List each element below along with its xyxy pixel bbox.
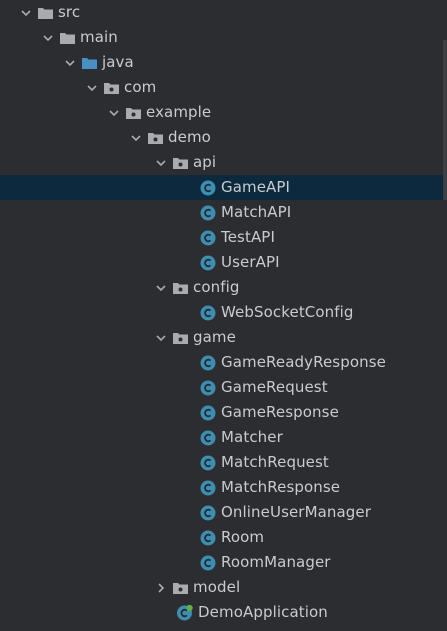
tree-node-matcher[interactable]: Matcher (0, 425, 447, 450)
tree-node-matchapi[interactable]: MatchAPI (0, 200, 447, 225)
class-icon (199, 550, 217, 575)
package-icon (171, 275, 189, 300)
chevron-down-icon[interactable] (38, 25, 58, 50)
class-icon (199, 200, 217, 225)
tree-node-roommanager[interactable]: RoomManager (0, 550, 447, 575)
tree-node-main[interactable]: main (0, 25, 447, 50)
tree-node-label: game (193, 328, 236, 346)
tree-node-label: model (193, 578, 241, 596)
project-tree: src main java com example demo api GameA… (0, 0, 447, 631)
tree-node-gamereadyresponse[interactable]: GameReadyResponse (0, 350, 447, 375)
chevron-down-icon[interactable] (60, 50, 80, 75)
tree-node-label: src (58, 3, 81, 21)
tree-node-label: java (102, 53, 134, 71)
class-icon (199, 375, 217, 400)
tree-node-label: OnlineUserManager (221, 503, 372, 521)
chevron-down-icon[interactable] (16, 0, 36, 25)
class-icon (199, 250, 217, 275)
tree-node-label: config (193, 278, 240, 296)
tree-node-room[interactable]: Room (0, 525, 447, 550)
tree-node-label: Matcher (221, 428, 283, 446)
source-folder-icon (80, 50, 98, 75)
chevron-down-icon[interactable] (151, 150, 171, 175)
chevron-down-icon[interactable] (151, 275, 171, 300)
tree-node-label: example (146, 103, 212, 121)
chevron-down-icon[interactable] (82, 75, 102, 100)
tree-node-testapi[interactable]: TestAPI (0, 225, 447, 250)
package-icon (171, 575, 189, 600)
tree-node-game[interactable]: game (0, 325, 447, 350)
class-icon (199, 400, 217, 425)
chevron-down-icon[interactable] (151, 325, 171, 350)
class-icon (199, 475, 217, 500)
class-icon (199, 350, 217, 375)
tree-node-src[interactable]: src (0, 0, 447, 25)
tree-node-label: main (80, 28, 118, 46)
folder-icon (36, 0, 54, 25)
tree-node-example[interactable]: example (0, 100, 447, 125)
tree-node-label: UserAPI (221, 253, 280, 271)
class-icon (199, 300, 217, 325)
package-icon (146, 125, 164, 150)
folder-icon (58, 25, 76, 50)
tree-node-matchrequest[interactable]: MatchRequest (0, 450, 447, 475)
tree-node-onlineusermanager[interactable]: OnlineUserManager (0, 500, 447, 525)
tree-node-label: Room (221, 528, 265, 546)
class-icon (199, 225, 217, 250)
tree-node-demoapplication[interactable]: DemoApplication (0, 600, 447, 625)
tree-node-label: MatchResponse (221, 478, 341, 496)
tree-node-label: GameResponse (221, 403, 339, 421)
tree-node-config[interactable]: config (0, 275, 447, 300)
class-icon (199, 175, 217, 200)
tree-node-java[interactable]: java (0, 50, 447, 75)
tree-node-label: DemoApplication (198, 603, 328, 621)
tree-node-label: com (124, 78, 157, 96)
tree-node-gameresponse[interactable]: GameResponse (0, 400, 447, 425)
tree-node-demo[interactable]: demo (0, 125, 447, 150)
class-icon (199, 525, 217, 550)
tree-node-label: MatchRequest (221, 453, 329, 471)
tree-node-label: MatchAPI (221, 203, 292, 221)
tree-node-label: GameAPI (221, 178, 291, 196)
chevron-down-icon[interactable] (126, 125, 146, 150)
chevron-right-icon[interactable] (151, 575, 171, 600)
chevron-down-icon[interactable] (104, 100, 124, 125)
package-icon (171, 325, 189, 350)
tree-node-com[interactable]: com (0, 75, 447, 100)
scrollbar[interactable] (443, 40, 447, 200)
spring-boot-class-icon (176, 600, 194, 625)
tree-node-label: GameRequest (221, 378, 328, 396)
class-icon (199, 500, 217, 525)
tree-node-gameapi[interactable]: GameAPI (0, 175, 447, 200)
package-icon (102, 75, 120, 100)
tree-node-label: demo (168, 128, 211, 146)
tree-node-label: WebSocketConfig (221, 303, 354, 321)
package-icon (124, 100, 142, 125)
package-icon (171, 150, 189, 175)
class-icon (199, 450, 217, 475)
tree-node-gamerequest[interactable]: GameRequest (0, 375, 447, 400)
tree-node-label: TestAPI (221, 228, 275, 246)
tree-node-label: GameReadyResponse (221, 353, 386, 371)
tree-node-label: api (193, 153, 217, 171)
tree-node-label: RoomManager (221, 553, 331, 571)
tree-node-websocketconfig[interactable]: WebSocketConfig (0, 300, 447, 325)
tree-node-model[interactable]: model (0, 575, 447, 600)
tree-node-matchresponse[interactable]: MatchResponse (0, 475, 447, 500)
tree-node-userapi[interactable]: UserAPI (0, 250, 447, 275)
tree-node-api[interactable]: api (0, 150, 447, 175)
class-icon (199, 425, 217, 450)
